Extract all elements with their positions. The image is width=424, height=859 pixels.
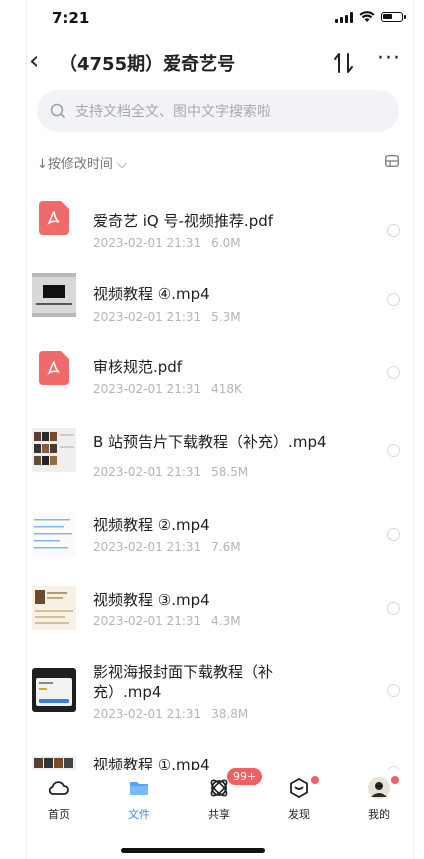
discover-dot bbox=[311, 776, 319, 784]
tab-label: 文件 bbox=[128, 808, 150, 821]
sort-bar: ↓按修改时间 ⌵ bbox=[37, 151, 399, 173]
file-meta: 2023-02-01 21:31 4.3M bbox=[93, 614, 241, 628]
file-name: 视频教程 ②.mp4 bbox=[93, 516, 210, 534]
file-meta: 2023-02-01 21:31 5.3M bbox=[93, 310, 241, 324]
back-button[interactable]: ‹ bbox=[29, 47, 39, 75]
sort-dropdown[interactable]: ↓按修改时间 ⌵ bbox=[37, 153, 127, 172]
select-radio[interactable] bbox=[387, 444, 400, 457]
search-input[interactable]: 支持文档全文、图中文字搜索啦 bbox=[37, 90, 399, 132]
file-name: 视频教程 ③.mp4 bbox=[93, 591, 210, 609]
tab-me[interactable]: 我的 bbox=[349, 776, 409, 822]
tab-label: 发现 bbox=[288, 808, 310, 821]
status-icons bbox=[335, 11, 406, 23]
file-name: 影视海报封面下载教程（补充）.mp4 bbox=[93, 663, 274, 701]
file-name: 审核规范.pdf bbox=[93, 358, 183, 376]
nav-bar: ‹ （4755期）爱奇艺号 ··· bbox=[27, 44, 413, 84]
file-meta: 2023-02-01 21:31 58.5M bbox=[93, 465, 249, 479]
select-radio[interactable] bbox=[387, 602, 400, 615]
tab-label: 共享 bbox=[208, 808, 230, 821]
pdf-file-icon bbox=[32, 346, 76, 390]
file-meta: 2023-02-01 21:31 38.8M bbox=[93, 707, 249, 721]
folder-icon bbox=[130, 782, 148, 795]
status-time: 7:21 bbox=[52, 9, 90, 27]
select-radio[interactable] bbox=[387, 366, 400, 379]
view-mode-icon[interactable] bbox=[385, 155, 399, 167]
tab-label: 我的 bbox=[368, 808, 390, 821]
video-thumbnail bbox=[32, 513, 76, 557]
bottom-tab-bar: 首页 文件 共享 99+ 发现 我的 bbox=[27, 768, 413, 836]
phone-screen: 7:21 ‹ （4755期）爱奇艺号 ··· 支持文档全文、图中文字搜索啦 ↓按… bbox=[26, 0, 414, 859]
select-radio[interactable] bbox=[387, 528, 400, 541]
sort-toggle-icon[interactable] bbox=[331, 50, 357, 76]
page-title: （4755期）爱奇艺号 bbox=[59, 54, 236, 75]
battery-icon bbox=[381, 12, 406, 22]
tab-files[interactable]: 文件 bbox=[109, 776, 169, 822]
more-button[interactable]: ··· bbox=[377, 46, 401, 71]
video-thumbnail bbox=[32, 273, 76, 317]
file-name: 视频教程 ④.mp4 bbox=[93, 285, 210, 303]
search-icon bbox=[50, 103, 65, 118]
file-meta: 2023-02-01 21:31 7.6M bbox=[93, 540, 241, 554]
select-radio[interactable] bbox=[387, 293, 400, 306]
select-radio[interactable] bbox=[387, 684, 400, 697]
file-name: B 站预告片下载教程（补充）.mp4 bbox=[93, 433, 327, 451]
file-meta: 2023-02-01 21:31 418K bbox=[93, 382, 242, 396]
video-thumbnail bbox=[32, 586, 76, 630]
search-placeholder: 支持文档全文、图中文字搜索啦 bbox=[75, 104, 271, 120]
notification-badge: 99+ bbox=[227, 768, 263, 785]
status-bar: 7:21 bbox=[27, 0, 413, 34]
home-indicator bbox=[121, 848, 265, 853]
signal-icon bbox=[335, 11, 353, 23]
profile-dot bbox=[391, 776, 399, 784]
tab-label: 首页 bbox=[48, 808, 70, 821]
tab-discover[interactable]: 发现 bbox=[269, 776, 329, 822]
file-meta: 2023-02-01 21:31 6.0M bbox=[93, 236, 241, 250]
video-thumbnail bbox=[32, 668, 76, 712]
tab-home[interactable]: 首页 bbox=[29, 776, 89, 822]
discover-icon bbox=[290, 777, 308, 799]
wifi-icon bbox=[359, 11, 375, 22]
cloud-icon bbox=[48, 781, 69, 795]
video-thumbnail bbox=[32, 428, 76, 472]
select-radio[interactable] bbox=[387, 224, 400, 237]
avatar-icon bbox=[368, 777, 390, 799]
file-name: 爱奇艺 iQ 号-视频推荐.pdf bbox=[93, 212, 274, 230]
pdf-file-icon bbox=[32, 196, 76, 240]
